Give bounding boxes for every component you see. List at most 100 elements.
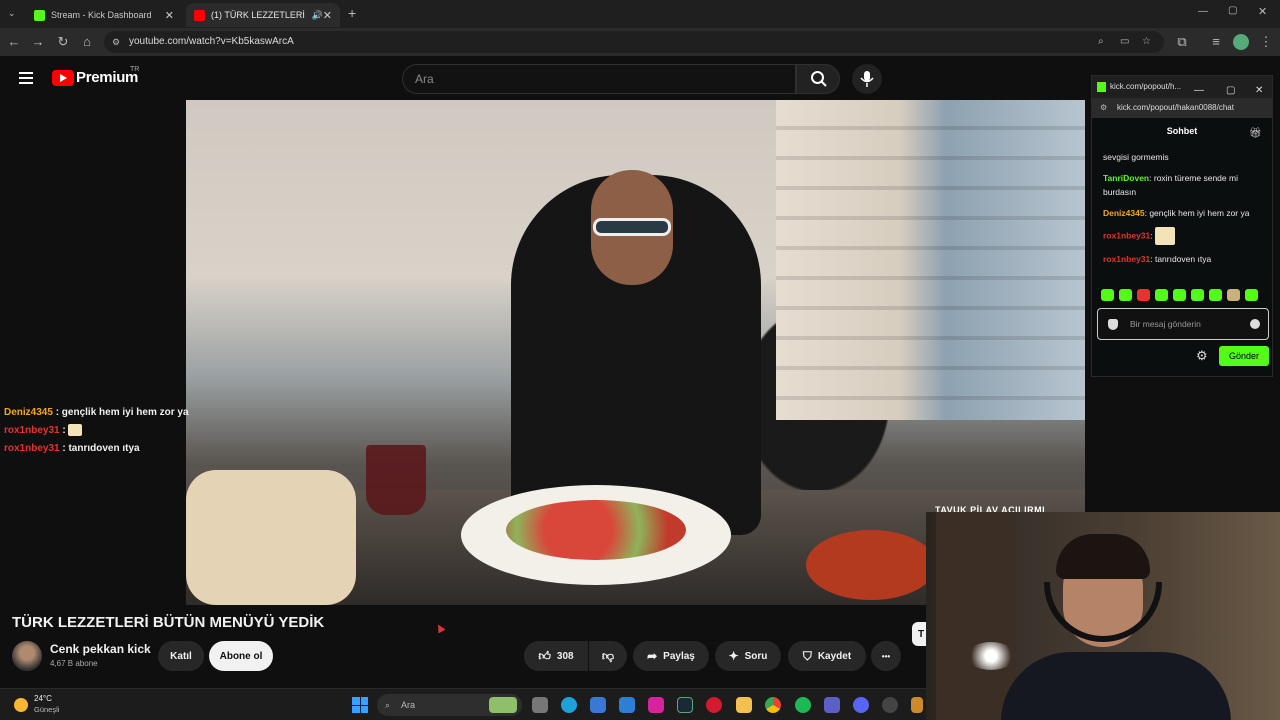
popup-url-text: kick.com/popout/hakan0088/chat	[1117, 103, 1234, 112]
bookmark-star-icon[interactable]: ☆	[1142, 31, 1151, 53]
gift-icon[interactable]: 🎁︎	[1249, 128, 1262, 139]
obs-icon[interactable]	[882, 697, 898, 713]
close-tab-icon[interactable]: ✕	[165, 9, 174, 22]
minimize-window-icon[interactable]: —	[1198, 6, 1208, 17]
more-actions-button[interactable]: •••	[871, 641, 901, 671]
chat-header-title: Sohbet	[1166, 126, 1198, 136]
like-count: 308	[556, 650, 574, 662]
mail-icon[interactable]	[619, 697, 635, 713]
share-button[interactable]: ➦ Paylaş	[633, 641, 709, 671]
steam-icon[interactable]	[677, 697, 693, 713]
reading-list-icon[interactable]: ≡	[1208, 34, 1224, 50]
chat-message: sevgisi gormemis	[1103, 150, 1263, 164]
webcam-streamer-hair	[1056, 534, 1150, 579]
chat-input-placeholder: Bir mesaj gönderin	[1130, 319, 1201, 329]
emote-icon[interactable]	[1155, 289, 1168, 301]
edge-browser-icon[interactable]	[561, 697, 577, 713]
popup-window-title: kick.com/popout/h...	[1110, 82, 1182, 91]
chat-username[interactable]: rox1nbey31	[1103, 230, 1150, 240]
chat-message-input[interactable]: Bir mesaj gönderin	[1097, 308, 1269, 340]
chat-message: rox1nbey31:	[1103, 227, 1263, 245]
opera-icon[interactable]	[706, 697, 722, 713]
thumbs-down-icon: 👎︎	[601, 648, 615, 663]
browser-menu-icon[interactable]: ⋮	[1258, 34, 1274, 50]
profile-avatar-icon[interactable]	[1233, 34, 1249, 50]
emote-icon	[1155, 227, 1175, 245]
popup-url-bar[interactable]: ⚙ kick.com/popout/hakan0088/chat	[1092, 98, 1272, 118]
voice-search-button[interactable]	[852, 64, 882, 94]
emote-icon[interactable]	[1209, 289, 1222, 301]
video-frame-salad	[506, 500, 686, 560]
search-input[interactable]: Ara	[402, 64, 796, 94]
maximize-window-icon[interactable]: ▢	[1228, 5, 1237, 16]
channel-name[interactable]: Cenk pekkan kick	[50, 642, 151, 656]
emote-icon[interactable]	[1137, 289, 1150, 301]
dislike-button[interactable]: 👎︎	[589, 641, 627, 671]
hamburger-menu-icon[interactable]	[19, 72, 33, 84]
emote-icon[interactable]	[1227, 289, 1240, 301]
chat-settings-gear-icon[interactable]: ⚙	[1196, 348, 1208, 364]
weather-sun-icon[interactable]	[14, 698, 28, 712]
back-icon[interactable]: ←	[6, 34, 22, 50]
close-tab-icon[interactable]: ✕	[323, 9, 332, 22]
chat-message-list: sevgisi gormemis TanriDoven: roxin türem…	[1103, 150, 1263, 273]
site-info-icon[interactable]: ⚙	[112, 31, 120, 53]
weather-temperature: 24°C	[34, 694, 52, 703]
url-field[interactable]: ⚙ youtube.com/watch?v=Kb5kaswArcA ⌕ ▭ ☆	[104, 31, 1164, 53]
task-view-icon[interactable]	[532, 697, 548, 713]
tab-youtube-video[interactable]: (1) TÜRK LEZZETLERİ BÜTÜ 🔊 ✕	[186, 3, 340, 27]
save-label: Kaydet	[817, 650, 852, 662]
ask-button[interactable]: ✦ Soru	[715, 641, 781, 671]
emoji-picker-icon[interactable]	[1250, 319, 1260, 329]
cast-icon[interactable]: ▭	[1120, 31, 1129, 53]
emote-icon[interactable]	[1191, 289, 1204, 301]
youtube-premium-logo[interactable]: Premium	[76, 69, 138, 86]
close-window-icon[interactable]: ✕	[1258, 5, 1267, 18]
emote-icon[interactable]	[1173, 289, 1186, 301]
mouse-cursor-icon	[434, 622, 446, 634]
windows-start-icon[interactable]	[352, 697, 368, 713]
emote-icon[interactable]	[1119, 289, 1132, 301]
teams-icon[interactable]	[824, 697, 840, 713]
browser-menu-chevron-icon[interactable]: ⌄	[8, 8, 16, 19]
video-frame-bread	[186, 470, 356, 605]
discord-icon[interactable]	[853, 697, 869, 713]
chat-username[interactable]: rox1nbey31	[1103, 254, 1150, 264]
zoom-icon[interactable]: ⌕	[1098, 31, 1104, 53]
chat-username[interactable]: Deniz4345	[1103, 208, 1145, 218]
url-text: youtube.com/watch?v=Kb5kaswArcA	[129, 36, 294, 47]
send-button[interactable]: Gönder	[1219, 346, 1269, 366]
chat-text: : gençlik hem iyi hem zor ya	[1144, 208, 1250, 218]
kick-favicon-icon	[34, 9, 45, 21]
instagram-icon[interactable]	[648, 697, 664, 713]
emote-icon[interactable]	[1245, 289, 1258, 301]
subscribe-button[interactable]: Abone ol	[209, 641, 273, 671]
overlay-chat-line: Deniz4345 : gençlik hem iyi hem zor ya	[4, 404, 189, 422]
chrome-icon[interactable]	[765, 697, 781, 713]
tab-kick-dashboard[interactable]: Stream - Kick Dashboard ✕	[26, 3, 182, 27]
new-tab-button[interactable]: +	[348, 5, 356, 21]
spotify-icon[interactable]	[795, 697, 811, 713]
join-button[interactable]: Katıl	[158, 641, 204, 671]
youtube-logo-icon[interactable]	[52, 70, 74, 86]
channel-avatar[interactable]	[12, 641, 42, 671]
home-icon[interactable]: ⌂	[79, 34, 95, 50]
speaker-icon[interactable]: 🔊	[312, 10, 323, 21]
chat-username[interactable]: TanriDoven	[1103, 173, 1149, 183]
reload-icon[interactable]: ↻	[55, 34, 71, 50]
emote-icon[interactable]	[1101, 289, 1114, 301]
file-explorer-icon[interactable]	[736, 697, 752, 713]
like-button[interactable]: 👍︎ 308	[524, 641, 588, 671]
search-icon: ⌕	[385, 700, 391, 710]
webcam-overlay	[926, 512, 1280, 720]
video-frame-building	[776, 100, 1085, 420]
save-button[interactable]: ⛉ Kaydet	[788, 641, 866, 671]
microsoft-store-icon[interactable]	[590, 697, 606, 713]
forward-icon[interactable]: →	[30, 34, 46, 50]
search-button[interactable]	[796, 64, 840, 94]
address-bar-row: ← → ↻ ⌂ ⚙ youtube.com/watch?v=Kb5kaswArc…	[0, 28, 1280, 56]
extensions-icon[interactable]: ⧉	[1174, 34, 1190, 50]
site-info-icon[interactable]: ⚙	[1100, 98, 1107, 118]
taskbar-search-input[interactable]: ⌕ Ara	[377, 694, 522, 716]
app-icon[interactable]	[911, 697, 923, 713]
